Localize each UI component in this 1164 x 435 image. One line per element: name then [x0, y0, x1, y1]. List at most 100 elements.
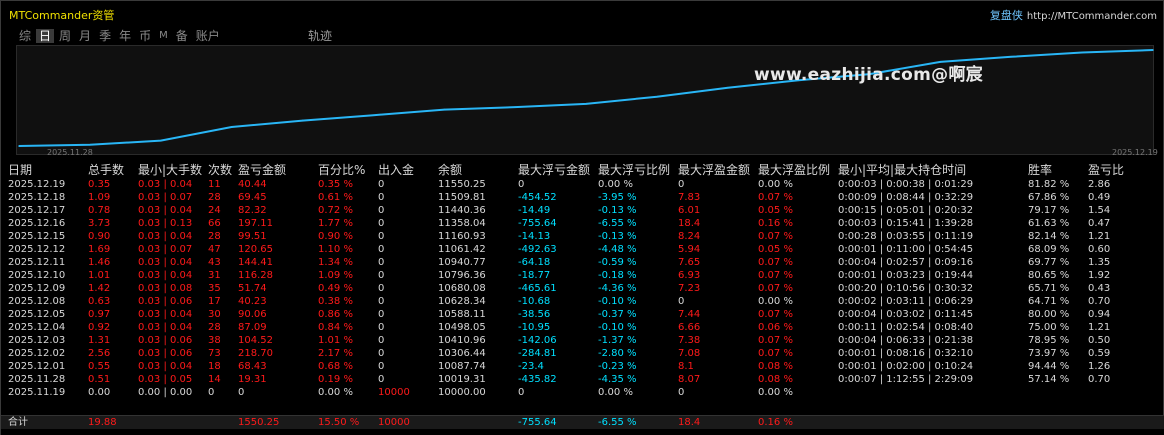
cell-min-max-lots: 0.03 | 0.05 [138, 374, 193, 385]
cell-date: 2025.12.10 [8, 270, 66, 281]
tab-m[interactable]: M [159, 29, 168, 43]
table-row[interactable]: 2025.12.11 1.46 0.03 | 0.04 43 144.41 1.34 % 0… [8, 256, 1158, 269]
cell-max-float-profit-pct: 0.07 % [758, 309, 793, 320]
watermark: www.eazhijia.com@啊宸 [754, 65, 984, 85]
cell-max-float-loss: -38.56 [518, 309, 551, 320]
col-header-max-float-profit-pct[interactable]: 最大浮盈比例 [758, 162, 830, 178]
cell-max-float-loss: -755.64 [518, 218, 557, 229]
cell-profit-factor: 0.70 [1088, 296, 1111, 307]
cell-total-lots: 0.63 [88, 296, 111, 307]
cell-win-rate: 80.65 % [1028, 270, 1070, 281]
table-row[interactable]: 2025.11.28 0.51 0.03 | 0.05 14 19.31 0.19 % 0 1… [8, 373, 1158, 386]
col-header-deposit[interactable]: 出入金 [378, 162, 414, 178]
cell-date: 2025.12.18 [8, 192, 66, 203]
cell-max-float-loss: -18.77 [518, 270, 551, 281]
col-header-profit-factor[interactable]: 盈亏比 [1088, 162, 1124, 178]
table-row[interactable]: 2025.12.10 1.01 0.03 | 0.04 31 116.28 1.09 % 0… [8, 269, 1158, 282]
col-header-hold-time[interactable]: 最小|平均|最大持仓时间 [838, 162, 966, 178]
cell-win-rate: 73.97 % [1028, 348, 1070, 359]
cell-balance: 10796.36 [438, 270, 486, 281]
cell-min-max-lots: 0.03 | 0.06 [138, 335, 193, 346]
cell-max-float-loss: -465.61 [518, 283, 557, 294]
tab-day[interactable]: 日 [36, 29, 55, 43]
table-row[interactable]: 2025.12.08 0.63 0.03 | 0.06 17 40.23 0.38 % 0 1… [8, 295, 1158, 308]
table-row[interactable]: 2025.12.02 2.56 0.03 | 0.06 73 218.70 2.17 % 0… [8, 347, 1158, 360]
daily-stats-table: 日期 总手数 最小|大手数 次数 盈亏金额 百分比% 出入金 余额 最大浮亏金额 最大浮亏比例 最大… [8, 162, 1158, 399]
cell-trade-count: 73 [208, 348, 221, 359]
tab-year[interactable]: 年 [119, 29, 131, 43]
tab-quarter[interactable]: 季 [99, 29, 111, 43]
table-row[interactable]: 2025.12.19 0.35 0.03 | 0.04 11 40.44 0.35 % 0 1… [8, 178, 1158, 191]
col-header-pnl-percent[interactable]: 百分比% [318, 162, 365, 178]
col-header-balance[interactable]: 余额 [438, 162, 462, 178]
brand-name[interactable]: 复盘侠 [990, 9, 1023, 22]
cell-max-float-profit: 0 [678, 387, 685, 398]
cell-pnl: 116.28 [238, 270, 273, 281]
cell-max-float-profit: 7.65 [678, 257, 701, 268]
cell-hold-time: 0:00:01 | 0:08:16 | 0:32:10 [838, 348, 974, 359]
cell-pnl-percent: 1.09 % [318, 270, 353, 281]
cell-balance: 11550.25 [438, 179, 486, 190]
cell-balance: 11160.93 [438, 231, 486, 242]
table-row[interactable]: 2025.12.18 1.09 0.03 | 0.07 28 69.45 0.61 % 0 1… [8, 191, 1158, 204]
cell-date: 2025.12.03 [8, 335, 66, 346]
cell-max-float-profit-pct: 0.07 % [758, 270, 793, 281]
cell-max-float-loss-pct: -3.95 % [598, 192, 637, 203]
cell-balance: 10588.11 [438, 309, 486, 320]
tab-notes[interactable]: 备 [176, 29, 188, 43]
cell-win-rate: 67.86 % [1028, 192, 1070, 203]
table-row[interactable]: 2025.12.12 1.69 0.03 | 0.07 47 120.65 1.10 % 0… [8, 243, 1158, 256]
cell-trade-count: 30 [208, 309, 221, 320]
cell-max-float-loss: -284.81 [518, 348, 557, 359]
cell-date: 2025.12.04 [8, 322, 66, 333]
cell-max-float-profit: 5.94 [678, 244, 701, 255]
tab-account[interactable]: 账户 [196, 29, 220, 43]
tab-currency[interactable]: 币 [139, 29, 151, 43]
table-row[interactable]: 2025.12.05 0.97 0.03 | 0.04 30 90.06 0.86 % 0 1… [8, 308, 1158, 321]
tab-month[interactable]: 月 [79, 29, 91, 43]
table-row[interactable]: 2025.11.19 0.00 0.00 | 0.00 0 0 0.00 % 10000 10… [8, 386, 1158, 399]
cell-pnl-percent: 1.77 % [318, 218, 353, 229]
col-header-total-lots[interactable]: 总手数 [88, 162, 124, 178]
cell-max-float-profit: 7.83 [678, 192, 701, 203]
cell-max-float-loss-pct: -0.10 % [598, 322, 637, 333]
col-header-min-max-lots[interactable]: 最小|大手数 [138, 162, 202, 178]
col-header-win-rate[interactable]: 胜率 [1028, 162, 1052, 178]
cell-win-rate: 82.14 % [1028, 231, 1070, 242]
cell-pnl-percent: 1.01 % [318, 335, 353, 346]
col-header-max-float-loss-pct[interactable]: 最大浮亏比例 [598, 162, 670, 178]
table-row[interactable]: 2025.12.03 1.31 0.03 | 0.06 38 104.52 1.01 % 0… [8, 334, 1158, 347]
table-row[interactable]: 2025.12.04 0.92 0.03 | 0.04 28 87.09 0.84 % 0 1… [8, 321, 1158, 334]
col-header-pnl[interactable]: 盈亏金额 [238, 162, 286, 178]
cell-balance: 10306.44 [438, 348, 486, 359]
table-row[interactable]: 2025.12.15 0.90 0.03 | 0.04 28 99.51 0.90 % 0 1… [8, 230, 1158, 243]
table-row[interactable]: 2025.12.16 3.73 0.03 | 0.13 66 197.11 1.77 % 0… [8, 217, 1158, 230]
cell-win-rate: 81.82 % [1028, 179, 1070, 190]
cell-min-max-lots: 0.00 | 0.00 [138, 387, 193, 398]
col-header-date[interactable]: 日期 [8, 162, 32, 178]
x-axis-end-label: 2025.12.19 [1112, 148, 1158, 157]
cell-date: 2025.12.19 [8, 179, 66, 190]
tab-overview[interactable]: 综 [19, 29, 31, 43]
tab-week[interactable]: 周 [59, 29, 71, 43]
cell-profit-factor: 0.50 [1088, 335, 1111, 346]
cell-max-float-loss-pct: -4.48 % [598, 244, 637, 255]
cell-date: 2025.12.08 [8, 296, 66, 307]
cell-pnl-percent: 0.72 % [318, 205, 353, 216]
cell-balance: 11509.81 [438, 192, 486, 203]
col-header-trade-count[interactable]: 次数 [208, 162, 232, 178]
table-row[interactable]: 2025.12.09 1.42 0.03 | 0.08 35 51.74 0.49 % 0 1… [8, 282, 1158, 295]
table-row[interactable]: 2025.12.17 0.78 0.03 | 0.04 24 82.32 0.72 % 0 1… [8, 204, 1158, 217]
cell-max-float-profit: 18.4 [678, 218, 701, 229]
brand-url[interactable]: http://MTCommander.com [1027, 11, 1157, 22]
tab-track[interactable]: 轨迹 [308, 29, 332, 43]
cell-pnl: 99.51 [238, 231, 267, 242]
col-header-max-float-profit[interactable]: 最大浮盈金额 [678, 162, 750, 178]
table-row[interactable]: 2025.12.01 0.55 0.03 | 0.04 18 68.43 0.68 % 0 1… [8, 360, 1158, 373]
cell-pnl: 120.65 [238, 244, 273, 255]
col-header-max-float-loss[interactable]: 最大浮亏金额 [518, 162, 590, 178]
cell-max-float-loss-pct: -0.10 % [598, 296, 637, 307]
brand-area: 复盘侠 http://MTCommander.com [990, 7, 1157, 23]
cell-max-float-loss: -492.63 [518, 244, 557, 255]
cell-max-float-profit-pct: 0.05 % [758, 205, 793, 216]
